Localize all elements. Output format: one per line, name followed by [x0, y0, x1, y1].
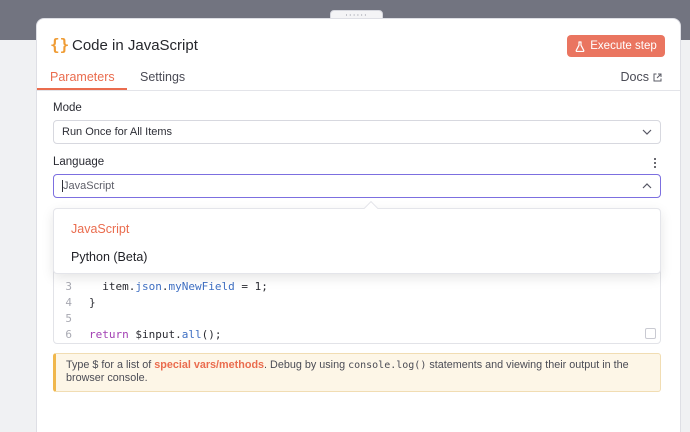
- language-label: Language: [53, 156, 105, 168]
- chevron-up-icon: [642, 183, 652, 189]
- braces-icon: {}: [50, 35, 70, 54]
- hint-code: console.log(): [348, 360, 427, 371]
- code-line: 4 }: [54, 295, 660, 311]
- code-line: 5: [54, 311, 660, 327]
- node-panel: {} Code in JavaScript Execute step Param…: [36, 18, 681, 432]
- hint-callout: Type $ for a list of special vars/method…: [53, 353, 661, 392]
- docs-label: Docs: [620, 70, 649, 84]
- hint-text-1: Type $ for a list of: [66, 359, 155, 371]
- code-line: 3 item.json.myNewField = 1;: [54, 279, 660, 295]
- mode-select[interactable]: Run Once for All Items: [53, 120, 661, 144]
- code-text: item.json.myNewField = 1;: [89, 280, 268, 293]
- line-number: 4: [65, 296, 72, 309]
- tab-bar: Parameters Settings Docs: [37, 71, 680, 91]
- hint-text-2: . Debug by using: [264, 359, 349, 371]
- docs-link[interactable]: Docs: [621, 71, 662, 83]
- language-value: JavaScript: [63, 180, 115, 192]
- language-dropdown: JavaScript Python (Beta): [53, 200, 661, 274]
- node-title[interactable]: Code in JavaScript: [72, 37, 198, 55]
- execute-step-label: Execute step: [590, 40, 657, 52]
- line-number: 3: [65, 280, 72, 293]
- code-line: 6 return $input.all();: [54, 327, 660, 343]
- option-python-beta[interactable]: Python (Beta): [71, 250, 147, 264]
- dropdown-pointer: [363, 200, 379, 216]
- external-link-icon: [653, 73, 662, 81]
- panel-header: {} Code in JavaScript Execute step: [37, 19, 680, 71]
- flask-icon: [575, 40, 585, 52]
- active-tab-indicator: [37, 88, 127, 90]
- mode-label: Mode: [53, 102, 82, 114]
- execute-step-button[interactable]: Execute step: [567, 35, 665, 57]
- mode-value: Run Once for All Items: [62, 126, 173, 138]
- line-number: 6: [65, 328, 72, 341]
- options-menu-icon[interactable]: [653, 158, 657, 170]
- special-vars-link[interactable]: special vars/methods: [154, 359, 264, 371]
- chevron-down-icon: [642, 129, 652, 135]
- language-select[interactable]: JavaScript: [53, 174, 661, 198]
- tab-settings[interactable]: Settings: [140, 71, 185, 91]
- option-javascript[interactable]: JavaScript: [71, 222, 129, 236]
- resize-handle-icon[interactable]: [645, 328, 656, 339]
- code-text: }: [89, 296, 96, 309]
- code-text: return $input.all();: [89, 328, 222, 341]
- line-number: 5: [65, 312, 72, 325]
